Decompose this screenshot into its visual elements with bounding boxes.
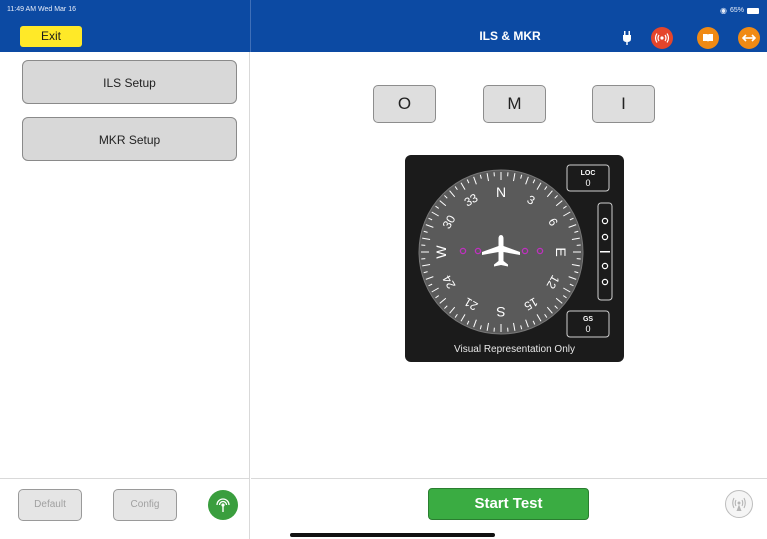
compass-rose: N36E1215S2124W3033 — [418, 169, 584, 335]
sidebar-footer-divider — [0, 478, 250, 479]
compass-label: S — [496, 304, 505, 320]
config-button[interactable]: Config — [113, 489, 177, 521]
compass-label: N — [496, 184, 506, 200]
gs-indicator: GS 0 — [566, 310, 610, 338]
sidebar: ILS Setup MKR Setup Default Config — [0, 52, 250, 539]
mkr-setup-button[interactable]: MKR Setup — [22, 117, 237, 161]
battery-percent: 65% — [729, 7, 744, 14]
ils-instrument: N 3 6 E 12 15 S 21 24 W 30 33 LOC 0 GS 0… — [405, 155, 624, 362]
app-window: 11:49 AM Wed Mar 16 ◉ 65% Exit ILS & MKR — [0, 0, 767, 539]
wifi-icon: ◉ — [720, 6, 727, 15]
loc-label: LOC — [581, 170, 596, 177]
middle-marker-button[interactable]: M — [483, 85, 546, 123]
inner-marker-button[interactable]: I — [592, 85, 655, 123]
loc-value: 0 — [585, 178, 590, 188]
battery-icon — [747, 7, 759, 14]
start-test-button[interactable]: Start Test — [428, 488, 589, 520]
plug-icon[interactable] — [620, 27, 634, 49]
header-divider — [250, 0, 251, 52]
swap-arrows-icon[interactable] — [738, 27, 760, 49]
gs-value: 0 — [585, 324, 590, 334]
compass-label: W — [433, 245, 449, 259]
home-indicator — [290, 533, 495, 537]
book-icon[interactable] — [697, 27, 719, 49]
footer-divider — [251, 478, 767, 479]
wireless-antenna-icon[interactable] — [725, 490, 753, 518]
glideslope-scale — [597, 202, 613, 301]
loc-indicator: LOC 0 — [566, 164, 610, 192]
ils-setup-button[interactable]: ILS Setup — [22, 60, 237, 104]
ils-instrument-graphic: N36E1215S2124W3033 LOC 0 GS 0 — [418, 164, 613, 338]
status-time: 11:49 AM Wed Mar 16 — [7, 6, 76, 13]
radio-wave-icon[interactable] — [651, 27, 673, 49]
page-title: ILS & MKR — [479, 29, 541, 43]
antenna-signal-icon[interactable] — [208, 490, 238, 520]
exit-button[interactable]: Exit — [20, 26, 82, 47]
top-bar: 11:49 AM Wed Mar 16 ◉ 65% Exit ILS & MKR — [0, 0, 767, 52]
instrument-caption: Visual Representation Only — [454, 344, 575, 355]
gs-label: GS — [583, 316, 593, 323]
default-button[interactable]: Default — [18, 489, 82, 521]
status-right: ◉ 65% — [720, 6, 759, 15]
compass-label: E — [553, 247, 569, 256]
outer-marker-button[interactable]: O — [373, 85, 436, 123]
